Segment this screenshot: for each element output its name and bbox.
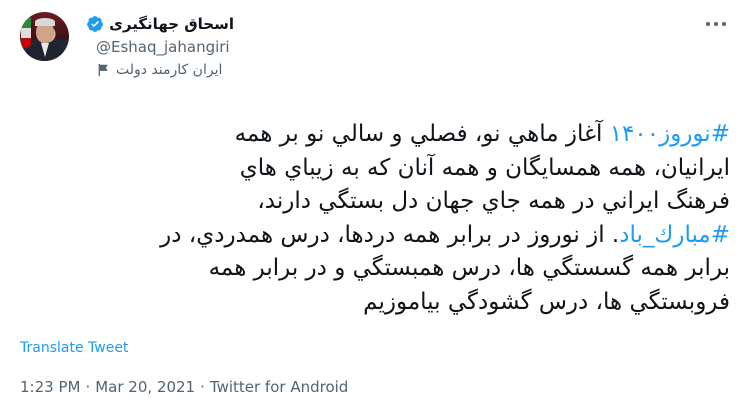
avatar-flag-shape [21, 18, 31, 48]
more-options-icon [706, 22, 710, 26]
meta-separator: · [200, 378, 205, 396]
hashtag-link[interactable]: #مبارك_باد [619, 222, 730, 248]
tweet-source-link[interactable]: Twitter for Android [210, 378, 348, 396]
hashtag-link[interactable]: #نوروز۱۴۰۰ [610, 121, 730, 147]
tweet-metadata: 1:23 PM · Mar 20, 2021 · Twitter for Android [20, 378, 348, 396]
more-options-icon-dot [714, 22, 718, 26]
author-handle[interactable]: @Eshaq_jahangiri [96, 38, 230, 56]
tweet-line: #مبارك_باد. از نوروز در برابر همه دردها،… [18, 219, 730, 253]
tweet-line: فروبستگي ها، درس گشودگي بياموزيم [363, 288, 730, 315]
tweet-line: برابر همه گسستگي ها، درس همبستگي و در بر… [208, 255, 730, 281]
author-label-row: ایران کارمند دولت [96, 62, 222, 78]
author-display-name[interactable]: اسحاق جهانگیری [109, 15, 234, 33]
tweet-text: #نوروز۱۴۰۰ آغاز ماهي نو، فصلي و سالي نو … [18, 118, 730, 319]
tweet-line: ايرانيان، همه همسايگان و همه آنان كه به … [239, 154, 730, 181]
tweet-text-segment: آغاز ماهي نو، فصلي و سالي نو بر همه [234, 121, 610, 147]
avatar-hair-shape [35, 18, 55, 26]
tweet-text-segment: . از نوروز در برابر همه دردها، درس همدرد… [160, 221, 620, 248]
author-name-row[interactable]: اسحاق جهانگیری [84, 13, 234, 35]
more-options-icon-dot [722, 22, 726, 26]
tweet-line: فرهنگ ايراني در همه جاي جهان دل بستگي دا… [257, 188, 730, 214]
more-options-button[interactable] [702, 14, 730, 34]
author-label: ایران کارمند دولت [116, 62, 223, 78]
tweet-line: #نوروز۱۴۰۰ آغاز ماهي نو، فصلي و سالي نو … [18, 118, 730, 152]
meta-separator: · [85, 378, 91, 396]
flag-icon [98, 63, 108, 77]
author-avatar[interactable] [20, 12, 69, 61]
translate-tweet-link[interactable]: Translate Tweet [20, 340, 128, 356]
verified-badge-icon [87, 16, 103, 32]
tweet-time-link[interactable]: 1:23 PM [20, 378, 80, 396]
tweet-date-link[interactable]: Mar 20, 2021 [95, 378, 195, 396]
